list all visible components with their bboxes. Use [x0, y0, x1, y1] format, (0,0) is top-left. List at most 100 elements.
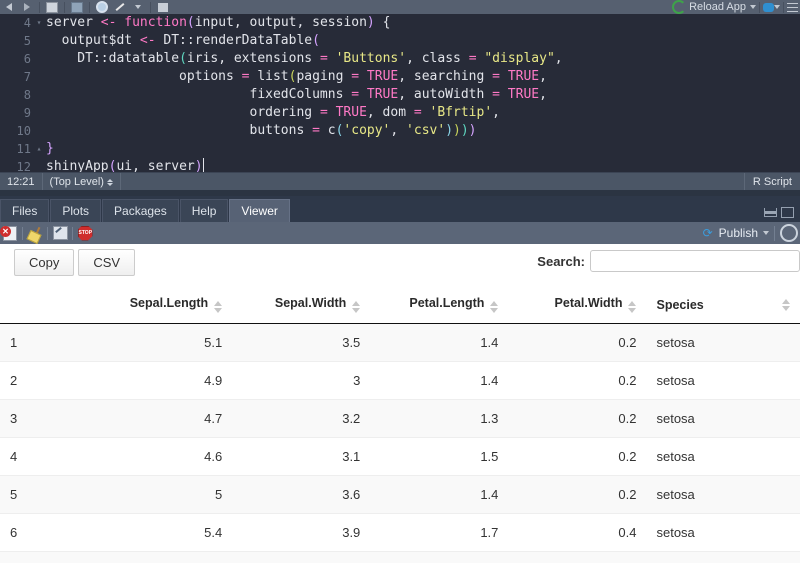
cell-petal_length: 1.7 [370, 514, 508, 552]
datatable-controls: CopyCSV Search: [0, 244, 800, 288]
fold-toggle-icon[interactable]: ▾ [34, 14, 44, 32]
datatable-buttons: CopyCSV [14, 249, 135, 276]
copy-button[interactable]: Copy [14, 249, 74, 276]
cell-sepal_width: 3.6 [232, 476, 370, 514]
cursor-position: 12:21 [0, 173, 43, 191]
tab-viewer[interactable]: Viewer [229, 199, 289, 222]
sort-updown-icon[interactable] [782, 299, 790, 311]
publish-label[interactable]: Publish [719, 226, 758, 240]
editor-status-bar: 12:21 (Top Level) R Script [0, 172, 800, 191]
code-tools-icon[interactable] [111, 1, 129, 14]
line-number: 6 [0, 50, 34, 68]
fold-toggle-icon [34, 50, 44, 68]
cell-petal_length: 1.4 [370, 324, 508, 362]
cell-petal_width: 0.4 [508, 514, 646, 552]
cell-idx: 3 [0, 400, 94, 438]
code-text: output$dt <- DT::renderDataTable( [44, 32, 320, 50]
table-row[interactable]: 15.13.51.40.2setosa [0, 324, 800, 362]
cell-sepal_width: 3.2 [232, 400, 370, 438]
code-line: 6 DT::datatable(iris, extensions = 'Butt… [0, 50, 800, 68]
table-row[interactable]: 44.63.11.50.2setosa [0, 438, 800, 476]
publish-chevron-down-icon[interactable] [763, 231, 769, 235]
fold-toggle-icon [34, 158, 44, 172]
file-type-selector[interactable]: R Script [744, 173, 800, 191]
toolbar-divider [783, 2, 784, 13]
popout-icon[interactable] [50, 223, 70, 243]
column-header-petal_width[interactable]: Petal.Width [508, 288, 646, 324]
cell-sepal_width: 3.4 [232, 552, 370, 563]
table-row[interactable]: 65.43.91.70.4setosa [0, 514, 800, 552]
back-arrow-icon[interactable] [0, 1, 18, 14]
cell-species: setosa [646, 552, 800, 563]
save-icon[interactable] [68, 1, 86, 14]
code-line: 10 buttons = c('copy', 'csv')))) [0, 122, 800, 140]
show-in-new-window-icon[interactable] [43, 1, 61, 14]
fold-toggle-icon[interactable]: ▴ [34, 140, 44, 158]
cell-idx: 7 [0, 552, 94, 563]
minimize-icon[interactable] [764, 208, 777, 217]
tab-files[interactable]: Files [0, 199, 49, 222]
sort-updown-icon[interactable] [352, 301, 360, 313]
source-toolbar: Reload App [0, 0, 800, 15]
search-label: Search: [537, 254, 585, 269]
tab-packages[interactable]: Packages [102, 199, 179, 222]
tab-plots[interactable]: Plots [50, 199, 101, 222]
table-row[interactable]: 74.63.41.40.3setosa [0, 552, 800, 563]
column-header-sepal_width[interactable]: Sepal.Width [232, 288, 370, 324]
nav-group [0, 0, 36, 14]
column-header-label: Sepal.Width [275, 296, 346, 310]
reload-app-chevron-down-icon[interactable] [750, 5, 756, 9]
toolbar-divider [22, 227, 23, 240]
datatable-search-filter: Search: [537, 250, 800, 272]
scope-selector[interactable]: (Top Level) [43, 173, 121, 191]
table-row[interactable]: 24.931.40.2setosa [0, 362, 800, 400]
source-editor[interactable]: 4▾server <- function(input, output, sess… [0, 14, 800, 172]
cell-idx: 5 [0, 476, 94, 514]
line-number: 5 [0, 32, 34, 50]
search-input[interactable] [590, 250, 800, 272]
line-number: 12 [0, 158, 34, 172]
line-number: 8 [0, 86, 34, 104]
sort-updown-icon[interactable] [490, 301, 498, 313]
fold-toggle-icon [34, 68, 44, 86]
find-replace-icon[interactable] [93, 1, 111, 14]
sort-updown-icon[interactable] [628, 301, 636, 313]
reload-app-icon[interactable] [672, 0, 686, 14]
column-header-label: Species [656, 298, 703, 312]
forward-arrow-icon[interactable] [18, 1, 36, 14]
cell-species: setosa [646, 514, 800, 552]
column-header-label: Sepal.Length [130, 296, 208, 310]
viewer-toolbar: ✕ STOP ⟳ Publish [0, 222, 800, 245]
column-header-idx[interactable] [0, 288, 94, 324]
stop-icon[interactable]: STOP [75, 223, 95, 243]
cell-petal_length: 1.4 [370, 552, 508, 563]
tab-help[interactable]: Help [180, 199, 229, 222]
column-header-species[interactable]: Species [646, 288, 800, 324]
line-number: 10 [0, 122, 34, 140]
csv-button[interactable]: CSV [78, 249, 135, 276]
debug-chevron-down-icon[interactable] [774, 5, 780, 9]
refresh-icon[interactable] [780, 224, 798, 242]
code-tools-chevron-down-icon[interactable] [129, 1, 147, 14]
cell-sepal_length: 4.6 [94, 552, 232, 563]
clear-broom-icon[interactable] [25, 223, 45, 243]
compile-report-icon[interactable] [154, 1, 172, 14]
column-header-sepal_length[interactable]: Sepal.Length [94, 288, 232, 324]
debug-gear-icon[interactable] [763, 3, 774, 12]
menu-hamburger-icon[interactable] [787, 3, 798, 12]
table-row[interactable]: 34.73.21.30.2setosa [0, 400, 800, 438]
maximize-icon[interactable] [781, 207, 794, 218]
cell-sepal_length: 5 [94, 476, 232, 514]
sort-updown-icon[interactable] [214, 301, 222, 313]
table-row[interactable]: 553.61.40.2setosa [0, 476, 800, 514]
toolbar-divider [72, 227, 73, 240]
code-text: ordering = TRUE, dom = 'Bfrtip', [44, 104, 500, 122]
remove-page-icon[interactable]: ✕ [0, 223, 20, 243]
cell-petal_width: 0.3 [508, 552, 646, 563]
reload-app-label[interactable]: Reload App [689, 2, 746, 13]
column-header-petal_length[interactable]: Petal.Length [370, 288, 508, 324]
cell-sepal_length: 4.7 [94, 400, 232, 438]
rstudio-window: Reload App 4▾server <- function(input, o… [0, 0, 800, 563]
code-text: fixedColumns = TRUE, autoWidth = TRUE, [44, 86, 547, 104]
publish-icon[interactable]: ⟳ [703, 228, 716, 239]
